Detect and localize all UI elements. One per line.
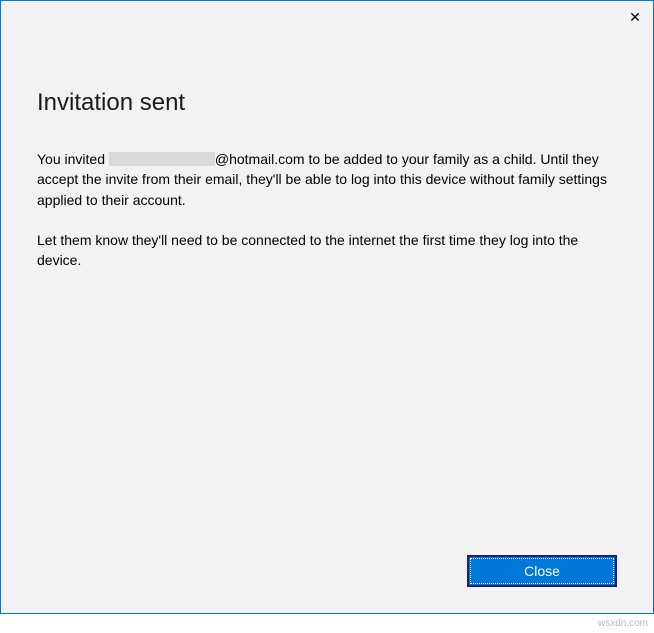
close-button[interactable]: Close xyxy=(467,555,617,587)
close-icon[interactable]: ✕ xyxy=(625,7,645,27)
invitation-sent-dialog: ✕ Invitation sent You invited @hotmail.c… xyxy=(0,0,654,614)
body-paragraph-2: Let them know they'll need to be connect… xyxy=(37,230,617,271)
dialog-content: Invitation sent You invited @hotmail.com… xyxy=(1,31,653,270)
button-area: Close xyxy=(467,555,617,587)
body-paragraph-1: You invited @hotmail.com to be added to … xyxy=(37,149,617,210)
redacted-email-local xyxy=(109,152,215,166)
p1-prefix: You invited xyxy=(37,151,109,167)
watermark: wsxdn.com xyxy=(598,618,648,629)
titlebar: ✕ xyxy=(1,1,653,31)
page-title: Invitation sent xyxy=(37,89,617,117)
